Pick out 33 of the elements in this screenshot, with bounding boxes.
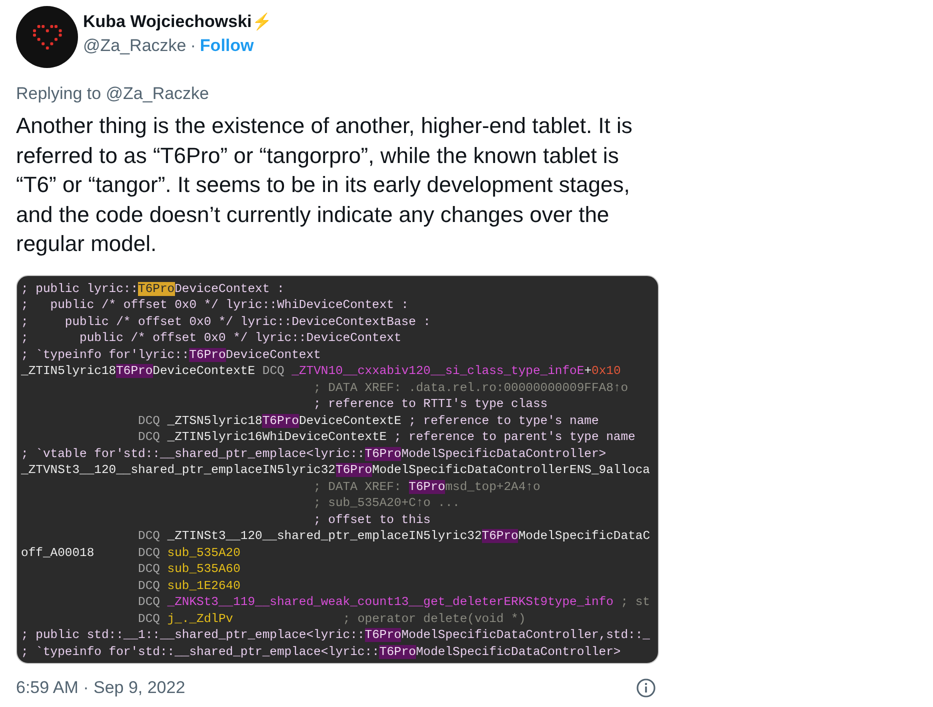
code-line: ; public std::__1::__shared_ptr_emplace<lyric::T6ProModelSpecificDataController,std::_ (21, 627, 650, 644)
code-line: ; `typeinfo for'lyric::T6ProDeviceContext (21, 346, 321, 363)
code-line: ; public /* offset 0x0 */ lyric::DeviceContextBase : (21, 314, 431, 330)
code-line: ; public /* offset 0x0 */ lyric::WhiDeviceContext : (21, 297, 409, 314)
code-line: DCQ _ZNKSt3__119__shared_weak_count13__get_deleterERKSt9type_info ; st (137, 594, 650, 610)
tweet-text: Another thing is the existence of another, higher-end tablet. It is referred to as “T6Pro” or “tangorpro”, while the known tablet is “T6” or “tangor”. It seems to be in its early development stages, and the code doesn’t currently indicate any changes over the regular model. (16, 112, 634, 258)
code-line: DCQ sub_535A60 (137, 561, 240, 578)
code-line: ; public /* offset 0x0 */ lyric::DeviceContext (21, 330, 402, 346)
code-line: DCQ j_._ZdlPv ; operator delete(void *) (137, 610, 526, 627)
code-line: ; `typeinfo for'std::__shared_ptr_emplace<lyric::T6ProModelSpecificDataController> (21, 644, 621, 660)
code-line: ; offset to this (312, 512, 431, 528)
separator-dot: · (190, 36, 196, 56)
replying-to-text: Replying to @Za_Raczke (16, 84, 210, 104)
info-icon[interactable] (636, 678, 656, 698)
code-line: off_A00018 DCQ sub_535A20 (21, 544, 240, 561)
code-line: DCQ _ZTINSt3__120__shared_ptr_emplaceIN5lyric32T6ProModelSpecificDataC (137, 528, 650, 544)
code-line: ; public lyric::T6ProDeviceContext : (21, 280, 284, 297)
code-line: ; `vtable for'std::__shared_ptr_emplace<lyric::T6ProModelSpecificDataController> (21, 446, 606, 462)
code-line: _ZTIN5lyric18T6ProDeviceContextE DCQ _ZTVN10__cxxabiv120__si_class_type_infoE+0x10 (21, 363, 621, 380)
code-screenshot[interactable] (16, 274, 659, 664)
code-line: DCQ sub_1E2640 (137, 578, 240, 594)
code-line: ; sub_535A20+C↑o ... (312, 495, 460, 512)
code-line: ; DATA XREF: T6Promsd_top+2A4↑o (312, 478, 540, 495)
code-line: _ZTVNSt3__120__shared_ptr_emplaceIN5lyric32T6ProModelSpecificDataControllerENS_9alloca (21, 462, 650, 478)
author-name[interactable]: Kuba Wojciechowski (83, 12, 252, 32)
timestamp[interactable]: 6:59 AM · Sep 9, 2022 (16, 678, 186, 698)
avatar-drawing (16, 6, 78, 68)
code-line: DCQ _ZTIN5lyric16WhiDeviceContextE ; reference to parent's type name (137, 429, 636, 446)
lightning-emoji: ⚡ (252, 12, 272, 32)
code-line: DCQ _ZTSN5lyric18T6ProDeviceContextE ; reference to type's name (137, 412, 599, 429)
code-line: ; reference to RTTI's type class (312, 396, 548, 412)
code-line: ; DATA XREF: .data.rel.ro:00000000009FFA8↑o (312, 380, 628, 396)
author-handle[interactable]: @Za_Raczke (83, 36, 186, 56)
